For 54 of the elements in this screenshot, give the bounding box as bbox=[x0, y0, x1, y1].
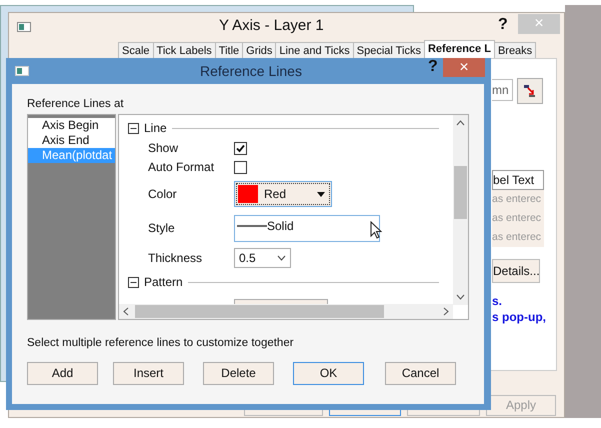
tab[interactable]: Tick Labels bbox=[152, 42, 216, 59]
pick-button[interactable] bbox=[517, 78, 543, 104]
table-cell: as enterec bbox=[492, 190, 544, 209]
vertical-scrollbar[interactable] bbox=[453, 115, 468, 305]
tab[interactable]: Line and Ticks bbox=[275, 42, 354, 59]
dialog-button[interactable]: Cancel bbox=[385, 362, 456, 385]
dialog-button[interactable]: Delete bbox=[203, 362, 274, 385]
checkbox[interactable] bbox=[234, 160, 247, 174]
dialog-button[interactable]: OK bbox=[293, 362, 364, 385]
caret-icon bbox=[317, 192, 325, 196]
section-title: Pattern bbox=[144, 275, 183, 289]
tab[interactable]: Special Ticks bbox=[352, 42, 425, 59]
color-dropdown[interactable]: Red bbox=[234, 181, 332, 207]
property-label: Style bbox=[148, 221, 176, 235]
line-style-field[interactable]: Solid bbox=[234, 214, 380, 242]
tab[interactable]: Reference L bbox=[424, 40, 495, 59]
close-button[interactable]: × bbox=[443, 58, 485, 77]
table-cell: as enterec bbox=[492, 228, 544, 247]
cursor-icon bbox=[370, 221, 384, 241]
column-header: bel Text bbox=[492, 170, 544, 190]
help-button[interactable]: ? bbox=[428, 58, 438, 76]
details-button[interactable]: Details... bbox=[492, 259, 540, 283]
help-text: s. bbox=[492, 293, 502, 309]
chevron-icon bbox=[277, 255, 286, 261]
column-field[interactable]: mn bbox=[492, 79, 513, 101]
window-icon bbox=[15, 66, 29, 76]
window-icon bbox=[17, 22, 31, 32]
tab[interactable]: Scale bbox=[118, 42, 154, 59]
hint-text: Select multiple reference lines to customize together bbox=[27, 336, 295, 350]
arrow-icon bbox=[523, 84, 537, 98]
property-label: Auto Format bbox=[148, 160, 216, 174]
tab[interactable]: Breaks bbox=[494, 42, 536, 59]
list-item[interactable]: Axis End bbox=[28, 133, 115, 148]
property-label: Color bbox=[148, 187, 178, 201]
dialog-button[interactable]: Add bbox=[27, 362, 98, 385]
scrollbar-thumb[interactable] bbox=[135, 305, 384, 318]
dialog-title: Reference Lines bbox=[200, 63, 302, 79]
property-label: Thickness bbox=[148, 251, 204, 265]
list-label: Reference Lines at bbox=[27, 97, 125, 111]
table-cell: as enterec bbox=[492, 209, 544, 228]
section-title: Line bbox=[144, 121, 167, 135]
collapse-icon[interactable] bbox=[128, 276, 139, 288]
horizontal-scrollbar[interactable] bbox=[119, 304, 453, 319]
tab[interactable]: Grids bbox=[242, 42, 276, 59]
help-button[interactable]: ? bbox=[498, 16, 508, 34]
dropdown[interactable]: 0.5 bbox=[234, 248, 291, 268]
property-label: Show bbox=[148, 141, 180, 155]
scrollbar-thumb[interactable] bbox=[454, 166, 467, 219]
help-text: s pop-up, bbox=[492, 309, 546, 325]
dialog-button[interactable]: Insert bbox=[113, 362, 184, 385]
window-title: Y Axis - Layer 1 bbox=[219, 17, 324, 34]
checkbox[interactable] bbox=[234, 142, 247, 154]
collapse-icon[interactable] bbox=[128, 122, 139, 134]
list-item[interactable]: Axis Begin bbox=[28, 118, 115, 133]
